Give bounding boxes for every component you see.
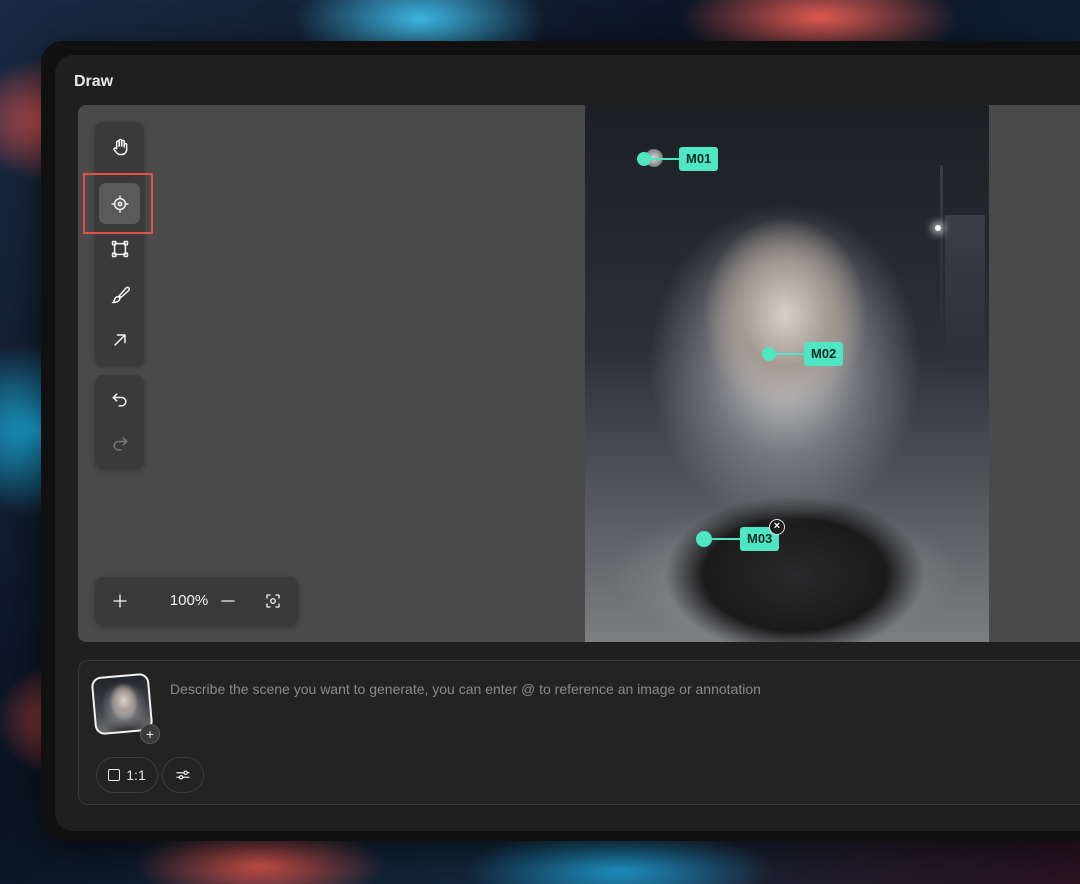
annotation-marker-m02[interactable]: M02 [762,342,844,366]
zoom-controls: 100% [95,577,298,625]
tool-palette [95,122,144,365]
fit-screen-icon [266,594,280,608]
fit-screen-button[interactable] [258,586,288,616]
remove-annotation-button[interactable]: × [769,519,785,535]
annotation-connector [708,538,742,540]
select-tool-button[interactable] [99,228,140,269]
reference-image[interactable]: + [90,672,160,744]
draw-window: Draw M01 M02 M03 × 100% + Describe the s… [41,41,1080,841]
background-building [945,215,985,375]
target-tool-button[interactable] [99,183,140,224]
redo-icon [112,436,127,451]
undo-icon [112,392,127,407]
annotation-connector [772,353,806,355]
canvas-image[interactable]: M01 M02 M03 × [585,105,989,642]
window-title: Draw [74,73,114,90]
plus-icon [113,594,127,608]
aspect-ratio-button[interactable]: 1:1 [96,757,158,793]
annotation-connector [647,158,681,160]
prompt-panel: + 1:1 [78,660,1080,805]
hand-tool-button[interactable] [99,126,140,167]
zoom-out-button[interactable] [213,586,243,616]
annotation-label[interactable]: M02 [804,342,844,366]
city-light [935,225,941,231]
redo-button[interactable] [99,423,140,464]
bounding-box-icon [111,240,128,257]
aspect-ratio-label: 1:1 [126,767,146,783]
add-reference-button[interactable]: + [140,724,160,744]
annotation-label[interactable]: M01 [679,147,719,171]
target-icon [110,194,129,213]
window-content: Draw M01 M02 M03 × 100% + Describe the s… [55,55,1080,831]
hand-icon [112,138,127,155]
square-icon [108,769,121,781]
arrow-tool-button[interactable] [99,319,140,360]
annotation-marker-m03[interactable]: M03 × [696,519,786,551]
brush-tool-button[interactable] [99,274,140,315]
settings-button[interactable] [162,757,204,793]
background-tower [940,165,943,345]
drawing-canvas[interactable]: M01 M02 M03 × 100% [78,105,1080,642]
history-palette [95,375,144,468]
zoom-in-button[interactable] [105,586,135,616]
undo-button[interactable] [99,379,140,420]
prompt-input[interactable] [170,677,1030,701]
arrow-icon [113,333,126,346]
annotation-marker-m01[interactable]: M01 [637,147,719,171]
minus-icon [221,600,235,602]
sliders-icon [176,770,190,780]
brush-icon [111,286,130,303]
